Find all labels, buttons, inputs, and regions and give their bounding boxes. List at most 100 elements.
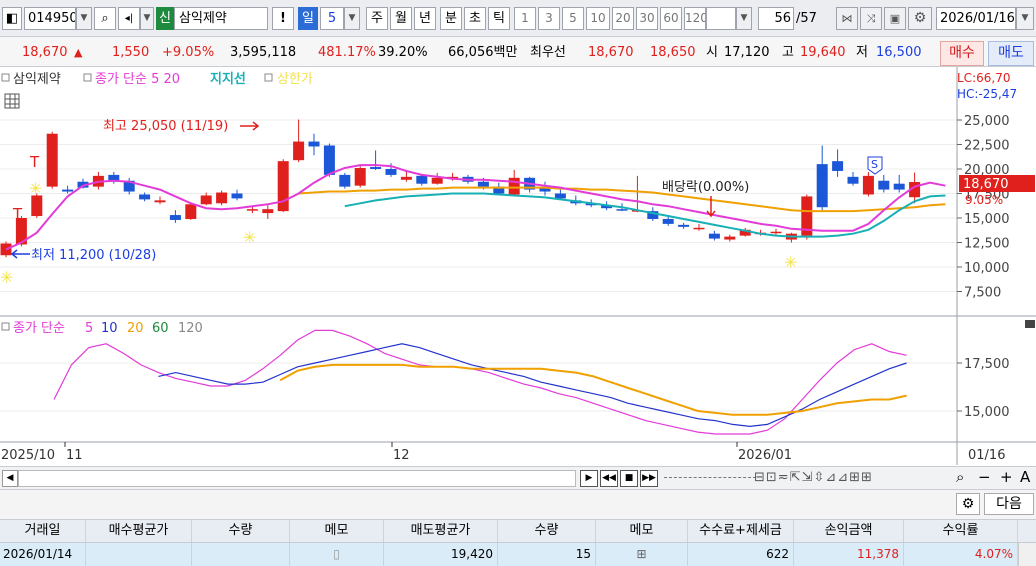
scroll-track[interactable] [18,470,576,487]
open-price: 17,120 [724,45,770,60]
history-dropdown-icon[interactable]: ▼ [140,7,154,30]
sub-pane-close-icon[interactable] [1025,320,1035,328]
alert-icon[interactable]: ! [272,7,294,30]
th-date: 거래일 [0,520,86,542]
turnover-rate: 39.20% [378,45,428,60]
stock-name-field[interactable]: 삼익제약 [174,7,268,30]
count-input[interactable]: 56 [758,7,794,30]
period-number[interactable]: 5 [320,7,344,30]
table-row[interactable]: 2026/01/14 ▯ 19,420 15 ⊞ 622 11,378 4.07… [0,543,1036,566]
candle-body [862,175,874,195]
sell-button[interactable]: 매도 [988,41,1034,66]
tab-week[interactable]: 주 [366,7,388,30]
row-buy-qty [192,543,290,566]
tab-minute[interactable]: 분 [440,7,462,30]
timeframe-60[interactable]: 60 [660,7,682,30]
save-icon[interactable]: ▣ [884,7,906,30]
candle-body [724,236,736,240]
play-icon[interactable]: ▶ [580,470,598,487]
x-label-2025-10: 2025/10 [1,448,55,463]
timeframe-20[interactable]: 20 [612,7,634,30]
custom-period-input[interactable] [706,7,736,30]
row-date: 2026/01/14 [0,543,86,566]
tab-second[interactable]: 초 [464,7,486,30]
price-chart[interactable]: 삼익제약 종가 단순 5 20 지지선 상한가 LC:66,70 HC:-25,… [0,67,1036,465]
low-label: 저 [856,45,868,60]
gear-icon[interactable]: ⚙ [908,7,932,30]
timeframe-1[interactable]: 1 [514,7,536,30]
next-button[interactable]: 다음 [984,493,1034,515]
candle-body [354,168,366,186]
sell-memo-icon[interactable]: ⊞ [596,543,688,566]
tab-day[interactable]: 일 [298,7,318,30]
zoom-out-button[interactable]: − [978,468,991,486]
scroll-left-icon[interactable]: ◀ [2,470,18,487]
candle-body [416,175,428,184]
buy-memo-icon[interactable]: ▯ [290,543,384,566]
table-icon[interactable] [4,93,20,109]
y-tick-label: 15,000 [964,212,1010,227]
market-badge: 신 [156,7,174,30]
y-tick-label: 25,000 [964,114,1010,129]
tab-month[interactable]: 월 [390,7,412,30]
th-sell-qty: 수량 [498,520,596,542]
chart-toolbar: ◧ 014950 ▼ ⌕ ◂| ▼ 신 삼익제약 ! 일 5 ▼ 주 월 년 분… [0,0,1036,37]
font-size-button[interactable]: A [1020,468,1030,486]
price-change: 1,550 [112,45,150,60]
sub-legend-title: 종가 단순 [13,321,65,336]
timeframe-30[interactable]: 30 [636,7,658,30]
sub-legend-p60: 60 [152,321,169,336]
crosshair-icon[interactable]: ⤨ [860,7,882,30]
current-pct-tag: 9.05% [965,193,1003,207]
candle-body [231,193,243,199]
high-arrow-icon [240,121,260,131]
timeframe-10[interactable]: 10 [586,7,610,30]
timeframe-3[interactable]: 3 [538,7,560,30]
tab-year[interactable]: 년 [414,7,436,30]
custom-period-dropdown-icon[interactable]: ▼ [736,7,752,30]
star-marker-icon-3: ✳ [243,228,256,247]
row-sell-avg: 19,420 [384,543,498,566]
link-icon[interactable]: ⋈ [836,7,858,30]
stop-icon[interactable]: ■ [620,470,638,487]
up-arrow-icon: ▲ [74,46,83,59]
date-input[interactable]: 2026/01/16 [936,7,1016,30]
candle-body [693,227,705,230]
candle-body [169,215,181,220]
low-price: 16,500 [876,45,922,60]
candle-body [616,209,628,211]
th-buy-qty: 수량 [192,520,290,542]
candle-body [893,183,905,190]
sub-lines [53,329,907,435]
code-dropdown-icon[interactable]: ▼ [76,7,92,30]
stock-code-input[interactable]: 014950 [24,7,76,30]
search-icon[interactable]: ⌕ [94,7,116,30]
candle-body [154,200,166,203]
ask-price: 18,670 [588,45,634,60]
table-scrollbar[interactable] [1018,543,1036,566]
best-quote-label: 최우선 [530,45,566,60]
zoom-in-button[interactable]: + [1000,468,1013,486]
sub-legend-p20: 20 [127,321,144,336]
timeframe-5[interactable]: 5 [562,7,584,30]
th-fee: 수수료+제세금 [688,520,794,542]
th-pnl: 손익금액 [794,520,904,542]
drawing-tools[interactable]: ⊟⊡≂⇱⇲⇳⊿⊿⊞⊞ [754,470,952,487]
buy-button[interactable]: 매수 [940,41,984,66]
zoom-search-icon[interactable]: ⌕ [956,468,964,486]
period-dropdown-icon[interactable]: ▼ [344,7,360,30]
tab-tick[interactable]: 틱 [488,7,510,30]
history-icon[interactable]: ◂| [118,7,140,30]
date-dropdown-icon[interactable]: ▼ [1016,7,1034,30]
legend-stock-icon [1,73,10,82]
speed-slider[interactable] [664,477,756,482]
star-marker-icon: ✳ [29,179,42,198]
table-gear-icon[interactable]: ⚙ [956,493,980,515]
rewind-icon[interactable]: ◀◀ [600,470,618,487]
chart-navigation: ◀ ▶ ◀◀ ■ ▶▶ ⊟⊡≂⇱⇲⇳⊿⊿⊞⊞ ⌕ − + A [0,466,1036,490]
chart-type-icon[interactable]: ◧ [2,7,22,30]
main-grid [0,119,957,292]
timeframe-120[interactable]: 120 [684,7,706,30]
fast-forward-icon[interactable]: ▶▶ [640,470,658,487]
limit-up-marker: T [29,153,40,171]
